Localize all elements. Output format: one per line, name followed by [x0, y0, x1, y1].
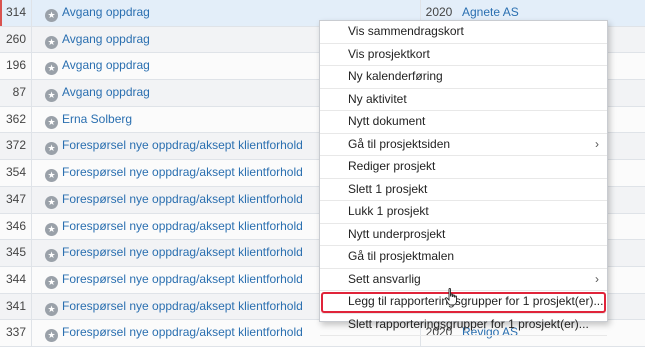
- star-icon: ★: [45, 222, 58, 236]
- project-id: 314: [0, 0, 32, 26]
- project-title-link[interactable]: ★ Forespørsel nye oppdrag/aksept klientfo…: [45, 267, 303, 291]
- hand-pointer-icon: [444, 288, 457, 306]
- project-id: 346: [0, 213, 32, 240]
- star-icon: ★: [45, 62, 58, 76]
- project-title-link[interactable]: ★ Forespørsel nye oppdrag/aksept klientfo…: [45, 294, 303, 318]
- star-icon: ★: [45, 115, 58, 129]
- star-icon: ★: [45, 195, 58, 209]
- context-menu-item-label: Ny aktivitet: [348, 91, 407, 106]
- context-menu-item[interactable]: Legg til rapporteringsgrupper for 1 pros…: [320, 291, 607, 314]
- context-menu-item[interactable]: Lukk 1 prosjekt: [320, 201, 607, 224]
- star-icon: ★: [45, 169, 58, 183]
- project-id: 341: [0, 293, 32, 320]
- project-id: 337: [0, 320, 32, 346]
- project-title-link[interactable]: ★ Avgang oppdrag: [45, 80, 150, 104]
- context-menu-item[interactable]: Gå til prosjektsiden ›: [320, 134, 607, 156]
- project-title-text: Forespørsel nye oppdrag/aksept klientfor…: [62, 271, 303, 286]
- context-menu-item-label: Slett 1 prosjekt: [348, 181, 428, 196]
- chevron-right-icon: ›: [595, 136, 599, 151]
- star-icon: ★: [45, 89, 58, 103]
- project-title-text: Forespørsel nye oppdrag/aksept klientfor…: [62, 298, 303, 313]
- context-menu-item-label: Slett rapporteringsgrupper for 1 prosjek…: [348, 316, 589, 331]
- context-menu-item[interactable]: Slett 1 prosjekt: [320, 179, 607, 201]
- project-title-text: Forespørsel nye oppdrag/aksept klientfor…: [62, 245, 303, 260]
- context-menu-item-label: Gå til prosjektsiden: [348, 136, 451, 151]
- context-menu-item-label: Sett ansvarlig: [348, 271, 421, 286]
- chevron-right-icon: ›: [595, 271, 599, 286]
- project-title-link[interactable]: ★ Forespørsel nye oppdrag/aksept klientfo…: [45, 160, 303, 184]
- project-title-text: Forespørsel nye oppdrag/aksept klientfor…: [62, 218, 303, 233]
- project-title-text: Avgang oppdrag: [62, 58, 150, 73]
- context-menu-item[interactable]: Rediger prosjekt: [320, 156, 607, 179]
- context-menu-item[interactable]: Vis sammendragskort: [320, 21, 607, 44]
- context-menu-item-label: Nytt underprosjekt: [348, 226, 446, 241]
- star-icon: ★: [45, 302, 58, 316]
- context-menu-item[interactable]: Nytt underprosjekt: [320, 224, 607, 246]
- project-id: 196: [0, 53, 32, 80]
- project-title-text: Forespørsel nye oppdrag/aksept klientfor…: [62, 325, 303, 340]
- context-menu-item[interactable]: Gå til prosjektmalen: [320, 246, 607, 269]
- context-menu-item-label: Vis sammendragskort: [348, 24, 464, 38]
- project-title-link[interactable]: ★ Avgang oppdrag: [45, 27, 150, 51]
- context-menu-item-label: Legg til rapporteringsgrupper for 1 pros…: [348, 294, 604, 308]
- star-icon: ★: [45, 329, 58, 343]
- project-title-link[interactable]: ★ Forespørsel nye oppdrag/aksept klientfo…: [45, 320, 303, 344]
- star-icon: ★: [45, 275, 58, 289]
- context-menu-item[interactable]: Ny aktivitet: [320, 89, 607, 111]
- star-icon: ★: [45, 35, 58, 49]
- context-menu-item-label: Rediger prosjekt: [348, 159, 436, 173]
- project-id: 347: [0, 186, 32, 213]
- star-icon: ★: [45, 9, 58, 22]
- project-title-link[interactable]: ★ Avgang oppdrag: [45, 53, 150, 77]
- context-menu-item[interactable]: Nytt dokument: [320, 111, 607, 134]
- context-menu-item-label: Gå til prosjektmalen: [348, 249, 455, 263]
- project-id: 345: [0, 240, 32, 266]
- context-menu-item-label: Vis prosjektkort: [348, 46, 430, 61]
- project-id: 87: [0, 80, 32, 106]
- project-title-text: Forespørsel nye oppdrag/aksept klientfor…: [62, 165, 303, 180]
- context-menu-item-label: Nytt dokument: [348, 114, 426, 128]
- project-title-link[interactable]: ★ Forespørsel nye oppdrag/aksept klientfo…: [45, 214, 303, 238]
- project-id: 260: [0, 26, 32, 53]
- context-menu-item[interactable]: Vis prosjektkort: [320, 44, 607, 66]
- project-title-text: Forespørsel nye oppdrag/aksept klientfor…: [62, 138, 303, 153]
- project-title-text: Avgang oppdrag: [62, 85, 150, 100]
- project-id: 362: [0, 106, 32, 133]
- project-title-text: Avgang oppdrag: [62, 5, 150, 19]
- star-icon: ★: [45, 249, 58, 263]
- project-title-text: Avgang oppdrag: [62, 31, 150, 46]
- star-icon: ★: [45, 142, 58, 156]
- context-menu-item[interactable]: Sett ansvarlig ›: [320, 269, 607, 291]
- context-menu: Vis sammendragskort Vis prosjektkort Ny ka…: [319, 20, 608, 336]
- project-title-text: Erna Solberg: [62, 111, 133, 126]
- project-title-link[interactable]: ★ Avgang oppdrag: [45, 0, 150, 24]
- project-title-link[interactable]: ★ Forespørsel nye oppdrag/aksept klientfo…: [45, 133, 303, 157]
- project-id: 344: [0, 266, 32, 293]
- project-title-text: Forespørsel nye oppdrag/aksept klientfor…: [62, 191, 303, 206]
- context-menu-item-label: Lukk 1 prosjekt: [348, 204, 429, 218]
- project-title-link[interactable]: ★ Erna Solberg: [45, 107, 132, 131]
- project-title-link[interactable]: ★ Forespørsel nye oppdrag/aksept klientfo…: [45, 240, 303, 264]
- project-title-link[interactable]: ★ Forespørsel nye oppdrag/aksept klientfo…: [45, 187, 303, 211]
- project-id: 354: [0, 160, 32, 186]
- context-menu-item[interactable]: Ny kalenderføring: [320, 66, 607, 89]
- project-id: 372: [0, 133, 32, 160]
- context-menu-item-label: Ny kalenderføring: [348, 69, 443, 83]
- context-menu-item[interactable]: Slett rapporteringsgrupper for 1 prosjek…: [320, 314, 607, 336]
